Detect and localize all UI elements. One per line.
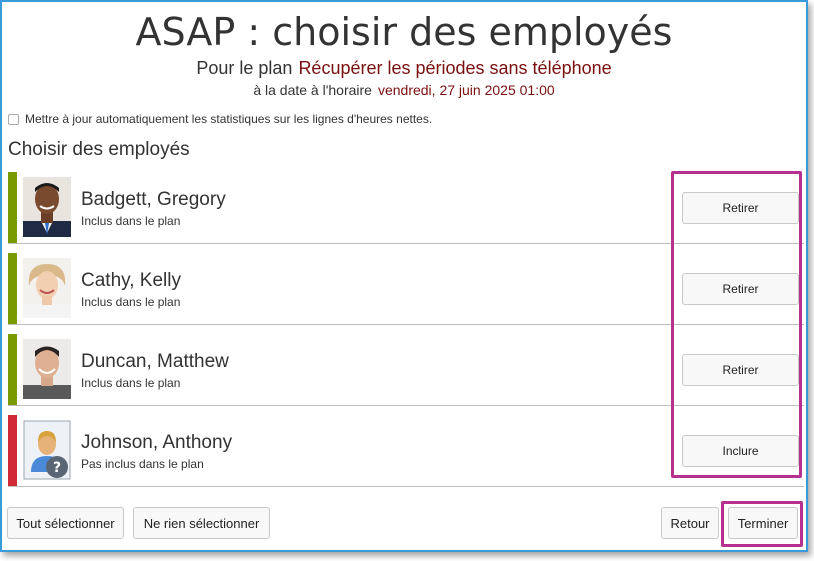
employee-row: Duncan, Matthew Inclus dans le plan Reti…: [8, 334, 804, 406]
finish-button[interactable]: Terminer: [728, 507, 798, 539]
remove-button[interactable]: Retirer: [682, 273, 799, 305]
employee-status: Inclus dans le plan: [81, 214, 181, 228]
unknown-user-icon: ?: [23, 420, 71, 480]
dialog-window: ASAP : choisir des employés Pour le plan…: [0, 0, 808, 552]
employee-row: ? Johnson, Anthony Pas inclus dans le pl…: [8, 415, 804, 487]
employee-status: Inclus dans le plan: [81, 376, 181, 390]
status-bar: [8, 253, 17, 324]
employee-name: Cathy, Kelly: [81, 270, 181, 291]
remove-button[interactable]: Retirer: [682, 192, 799, 224]
employee-info: Badgett, Gregory Inclus dans le plan: [81, 189, 226, 228]
date-prefix: à la date à l'horaire: [253, 82, 372, 98]
auto-update-option[interactable]: Mettre à jour automatiquement les statis…: [8, 112, 432, 126]
plan-prefix: Pour le plan: [196, 58, 293, 78]
avatar: [23, 339, 71, 399]
svg-text:?: ?: [53, 460, 61, 476]
status-bar: [8, 334, 17, 405]
employee-info: Cathy, Kelly Inclus dans le plan: [81, 270, 181, 309]
include-button[interactable]: Inclure: [682, 435, 799, 467]
plan-line: Pour le plan Récupérer les périodes sans …: [2, 58, 806, 79]
date-line: à la date à l'horaire vendredi, 27 juin 2…: [2, 82, 806, 98]
date-value: vendredi, 27 juin 2025 01:00: [377, 82, 555, 98]
employee-row: Cathy, Kelly Inclus dans le plan Retirer: [8, 253, 804, 325]
plan-name: Récupérer les périodes sans téléphone: [298, 58, 612, 78]
avatar: [23, 177, 71, 237]
auto-update-label: Mettre à jour automatiquement les statis…: [25, 112, 433, 126]
employee-info: Duncan, Matthew Inclus dans le plan: [81, 351, 229, 390]
auto-update-checkbox[interactable]: [8, 113, 19, 125]
employee-status: Pas inclus dans le plan: [81, 457, 204, 471]
employee-info: Johnson, Anthony Pas inclus dans le plan: [81, 432, 232, 471]
section-title: Choisir des employés: [8, 139, 190, 160]
back-button[interactable]: Retour: [661, 507, 719, 539]
employee-name: Badgett, Gregory: [81, 189, 226, 210]
status-bar: [8, 172, 17, 243]
select-none-button[interactable]: Ne rien sélectionner: [133, 507, 270, 539]
employee-name: Duncan, Matthew: [81, 351, 229, 372]
avatar: [23, 258, 71, 318]
employee-status: Inclus dans le plan: [81, 295, 181, 309]
remove-button[interactable]: Retirer: [682, 354, 799, 386]
page-title: ASAP : choisir des employés: [135, 10, 673, 54]
employee-name: Johnson, Anthony: [81, 432, 233, 453]
employee-list: Badgett, Gregory Inclus dans le plan Ret…: [8, 172, 804, 496]
status-bar: [8, 415, 17, 486]
employee-row: Badgett, Gregory Inclus dans le plan Ret…: [8, 172, 804, 244]
select-all-button[interactable]: Tout sélectionner: [7, 507, 124, 539]
